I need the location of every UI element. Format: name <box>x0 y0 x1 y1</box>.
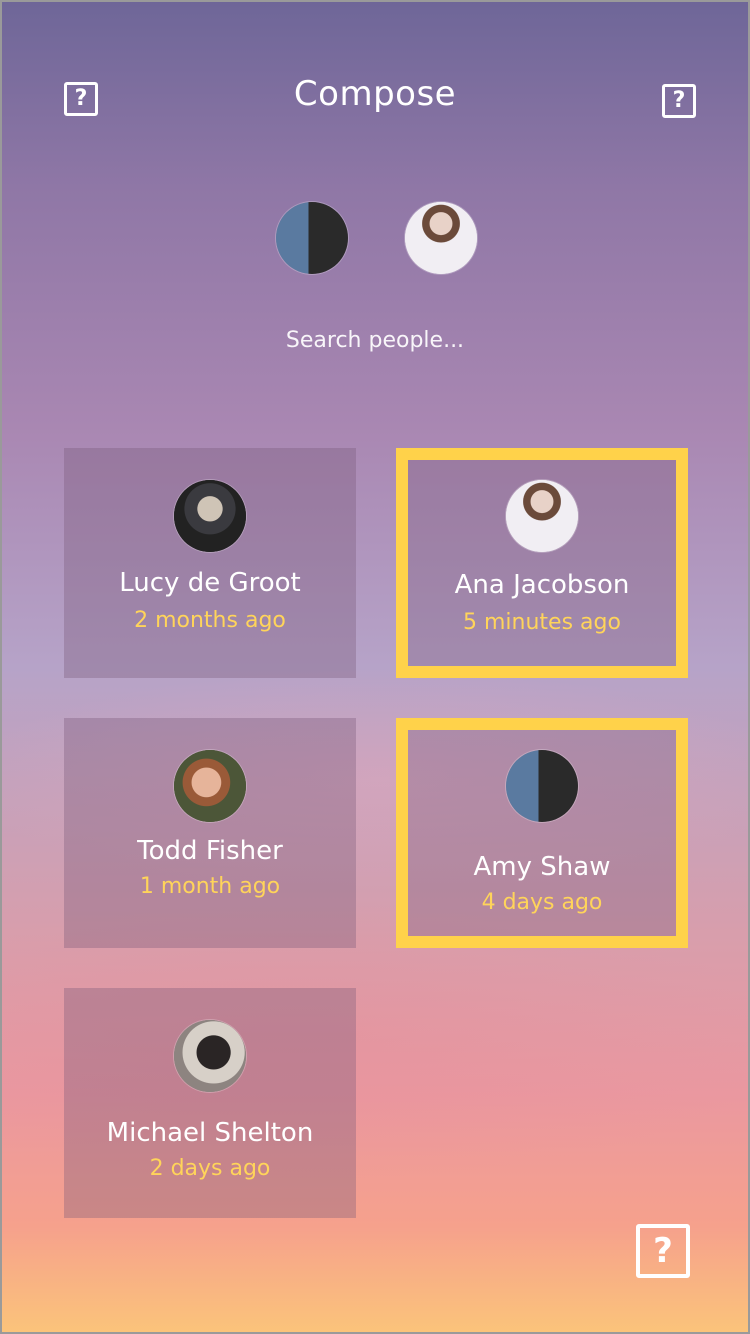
person-last-active: 2 months ago <box>134 608 286 633</box>
person-card-todd-fisher[interactable]: Todd Fisher 1 month ago <box>64 718 356 948</box>
avatar <box>276 202 348 274</box>
avatar <box>506 750 578 822</box>
help-icon[interactable]: ? <box>662 84 696 118</box>
avatar <box>405 202 477 274</box>
person-name: Amy Shaw <box>473 852 611 882</box>
selected-recipients <box>2 202 748 274</box>
person-card-michael-shelton[interactable]: Michael Shelton 2 days ago <box>64 988 356 1218</box>
help-icon[interactable]: ? <box>636 1224 690 1278</box>
selected-avatar-ana-jacobson[interactable] <box>405 202 477 274</box>
person-card-amy-shaw[interactable]: Amy Shaw 4 days ago <box>396 718 688 948</box>
person-last-active: 4 days ago <box>481 890 603 915</box>
person-name: Michael Shelton <box>106 1118 314 1148</box>
avatar <box>506 480 578 552</box>
person-last-active: 5 minutes ago <box>463 610 621 635</box>
person-card-ana-jacobson[interactable]: Ana Jacobson 5 minutes ago <box>396 448 688 678</box>
search-input[interactable]: Search people... <box>2 328 748 353</box>
person-name: Lucy de Groot <box>119 568 301 598</box>
person-last-active: 1 month ago <box>139 874 281 899</box>
avatar <box>174 750 246 822</box>
person-last-active: 2 days ago <box>149 1156 271 1181</box>
selected-avatar-amy-shaw[interactable] <box>276 202 348 274</box>
avatar <box>174 480 246 552</box>
top-bar: ? Compose ? <box>2 2 748 192</box>
person-name: Ana Jacobson <box>454 570 630 600</box>
avatar <box>174 1020 246 1092</box>
person-card-lucy-de-groot[interactable]: Lucy de Groot 2 months ago <box>64 448 356 678</box>
person-name: Todd Fisher <box>137 836 283 866</box>
page-title: Compose <box>293 74 457 114</box>
